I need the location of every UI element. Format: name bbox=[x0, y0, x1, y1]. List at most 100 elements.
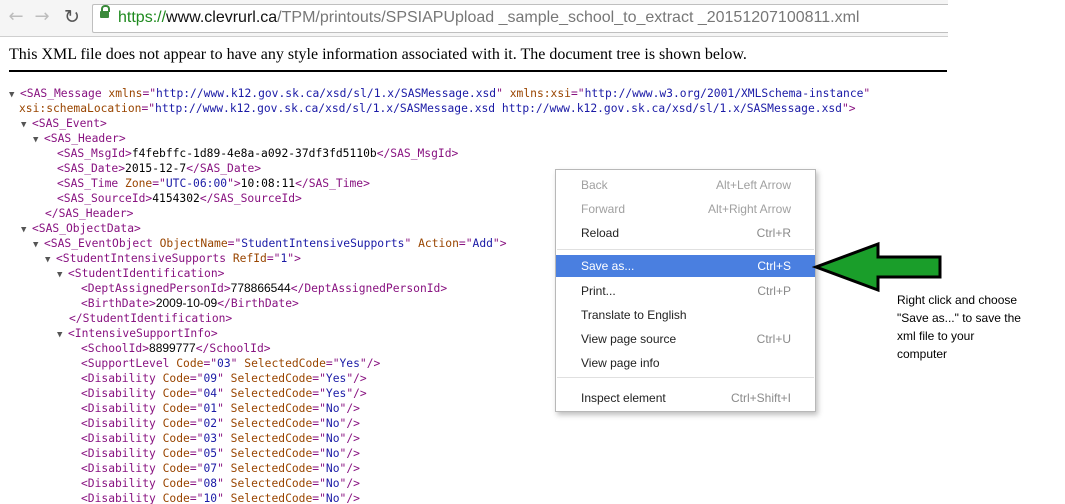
xml-tag: =" bbox=[570, 87, 585, 100]
annotation-note: Right click and choose "Save as..." to s… bbox=[897, 291, 1057, 363]
menu-item-view-page-source[interactable]: View page source Ctrl+U bbox=[556, 328, 815, 350]
xml-attr-value: Yes bbox=[325, 372, 347, 385]
xml-attr-value: 07 bbox=[203, 462, 218, 475]
xml-attr-value: http://www.w3.org/2001/XMLSchema-instanc… bbox=[584, 87, 864, 100]
note-line: "Save as..." to save the bbox=[897, 311, 1021, 325]
menu-item-reload[interactable]: Reload Ctrl+R bbox=[556, 222, 815, 244]
xml-tag: " bbox=[217, 462, 231, 475]
xml-tag: "/> bbox=[339, 462, 360, 475]
menu-item-translate-to-english[interactable]: Translate to English bbox=[556, 304, 815, 326]
xml-attr-name: SelectedCode bbox=[244, 357, 326, 370]
xml-line: <Disability Code="08" SelectedCode="No"/… bbox=[0, 476, 948, 491]
xml-tag: " bbox=[863, 87, 871, 100]
xml-attr-name: Code bbox=[162, 477, 190, 490]
xml-tag: " bbox=[217, 417, 231, 430]
xml-attr-value: No bbox=[325, 417, 340, 430]
menu-item-shortcut: Ctrl+U bbox=[756, 332, 791, 346]
xml-text: f4febffc-1d89-4e8a-a092-37df3fd5110b bbox=[131, 147, 377, 160]
xml-line: <Disability Code="05" SelectedCode="No"/… bbox=[0, 446, 948, 461]
reload-button[interactable]: ↻ bbox=[61, 6, 83, 28]
menu-item-save-as[interactable]: Save as... Ctrl+S bbox=[556, 255, 815, 277]
menu-separator bbox=[557, 249, 814, 250]
xml-tag: "/> bbox=[359, 357, 381, 370]
xml-attr-name: Code bbox=[162, 417, 190, 430]
xml-attr-value: No bbox=[325, 447, 340, 460]
xml-attr-value: No bbox=[325, 462, 340, 475]
xml-tag: =" bbox=[312, 402, 326, 415]
xml-tag: " bbox=[217, 447, 231, 460]
xml-attr-value: 03 bbox=[217, 357, 231, 370]
xml-attr-value: Yes bbox=[339, 357, 360, 370]
xml-attr-value: StudentIntensiveSupports bbox=[241, 237, 405, 250]
xml-attr-name: Code bbox=[162, 462, 190, 475]
xml-attr-value: 02 bbox=[203, 417, 218, 430]
xml-attr-name: SelectedCode bbox=[230, 387, 313, 400]
menu-separator bbox=[557, 377, 814, 378]
xml-tag: =" bbox=[189, 387, 204, 400]
menu-item-label: View page info bbox=[581, 356, 660, 370]
xml-text: 778866544 bbox=[230, 281, 291, 295]
xml-text: 4154302 bbox=[152, 192, 200, 205]
xml-line: <SAS_MsgId>f4febffc-1d89-4e8a-a092-37df3… bbox=[0, 146, 948, 161]
xml-tag: " bbox=[217, 387, 231, 400]
xml-line: ▼ <SAS_Event> bbox=[0, 116, 948, 131]
xml-tag: =" bbox=[312, 492, 326, 504]
xml-tag: =" bbox=[312, 447, 326, 460]
menu-item-back: Back Alt+Left Arrow bbox=[556, 174, 815, 196]
forward-button[interactable]: → bbox=[31, 6, 53, 28]
xml-tag: <BirthDate> bbox=[81, 297, 156, 310]
xml-attr-name: Action bbox=[418, 237, 459, 250]
xml-tag: "/> bbox=[346, 372, 367, 385]
xml-line: <Disability Code="07" SelectedCode="No"/… bbox=[0, 461, 948, 476]
note-line: computer bbox=[897, 347, 948, 361]
address-bar[interactable]: https://www.clevrurl.ca/TPM/printouts/SP… bbox=[92, 4, 948, 33]
xml-attr-value: 08 bbox=[203, 477, 218, 490]
xml-tag: =" bbox=[141, 102, 156, 115]
xml-attr-name: SelectedCode bbox=[230, 372, 313, 385]
url-scheme: https:// bbox=[118, 9, 167, 26]
xml-attr-name: xmlns bbox=[108, 87, 143, 100]
xml-line: <Disability Code="02" SelectedCode="No"/… bbox=[0, 416, 948, 431]
xml-attr-name: SelectedCode bbox=[230, 462, 313, 475]
xml-attr-name: SelectedCode bbox=[230, 477, 313, 490]
xml-text: 8899777 bbox=[149, 341, 196, 355]
back-button[interactable]: ← bbox=[5, 6, 27, 28]
menu-item-label: Forward bbox=[581, 202, 626, 216]
xml-line: <Disability Code="10" SelectedCode="No"/… bbox=[0, 491, 948, 504]
xml-attr-name: SelectedCode bbox=[230, 402, 313, 415]
menu-item-print[interactable]: Print... Ctrl+P bbox=[556, 280, 815, 302]
xml-tag: =" bbox=[189, 462, 204, 475]
xml-tag: =" bbox=[312, 462, 326, 475]
menu-item-inspect-element[interactable]: Inspect element Ctrl+Shift+I bbox=[556, 387, 815, 409]
xml-tag: <Disability bbox=[81, 387, 163, 400]
menu-item-shortcut: Alt+Left Arrow bbox=[715, 178, 791, 192]
xml-tag: =" bbox=[312, 477, 326, 490]
reload-icon: ↻ bbox=[64, 6, 80, 28]
xml-tag: =" bbox=[189, 417, 204, 430]
menu-item-shortcut: Ctrl+Shift+I bbox=[730, 391, 791, 405]
xml-tag: "/> bbox=[339, 447, 360, 460]
menu-item-label: Save as... bbox=[581, 259, 635, 273]
xml-tag: " bbox=[404, 237, 419, 250]
menu-item-view-page-info[interactable]: View page info bbox=[556, 352, 815, 374]
xml-attr-name: Code bbox=[162, 492, 190, 504]
xml-tag: <SupportLevel bbox=[81, 357, 177, 370]
browser-toolbar: ← → ↻ https://www.clevrurl.ca/TPM/printo… bbox=[0, 0, 948, 37]
xml-tag: " bbox=[496, 87, 510, 100]
xml-tag: </BirthDate> bbox=[217, 297, 299, 310]
context-menu: Back Alt+Left Arrow Forward Alt+Right Arrow… bbox=[555, 169, 816, 412]
xml-attr-name: Code bbox=[162, 402, 190, 415]
xml-tag: </SAS_Time> bbox=[295, 177, 370, 190]
xml-tag: <Disability bbox=[81, 492, 163, 504]
xml-tag: <SAS_Header> bbox=[44, 132, 126, 145]
xml-tag: "/> bbox=[339, 402, 360, 415]
divider bbox=[9, 70, 947, 72]
menu-item-forward: Forward Alt+Right Arrow bbox=[556, 198, 815, 220]
xml-attr-name: SelectedCode bbox=[230, 417, 313, 430]
xml-tag: </StudentIdentification> bbox=[69, 312, 233, 325]
xml-tag: </SchoolId> bbox=[195, 342, 271, 355]
xml-tag: =" bbox=[189, 477, 204, 490]
menu-item-shortcut: Ctrl+P bbox=[757, 284, 791, 298]
xml-tag: <StudentIdentification> bbox=[68, 267, 225, 280]
menu-item-label: Translate to English bbox=[581, 308, 687, 322]
